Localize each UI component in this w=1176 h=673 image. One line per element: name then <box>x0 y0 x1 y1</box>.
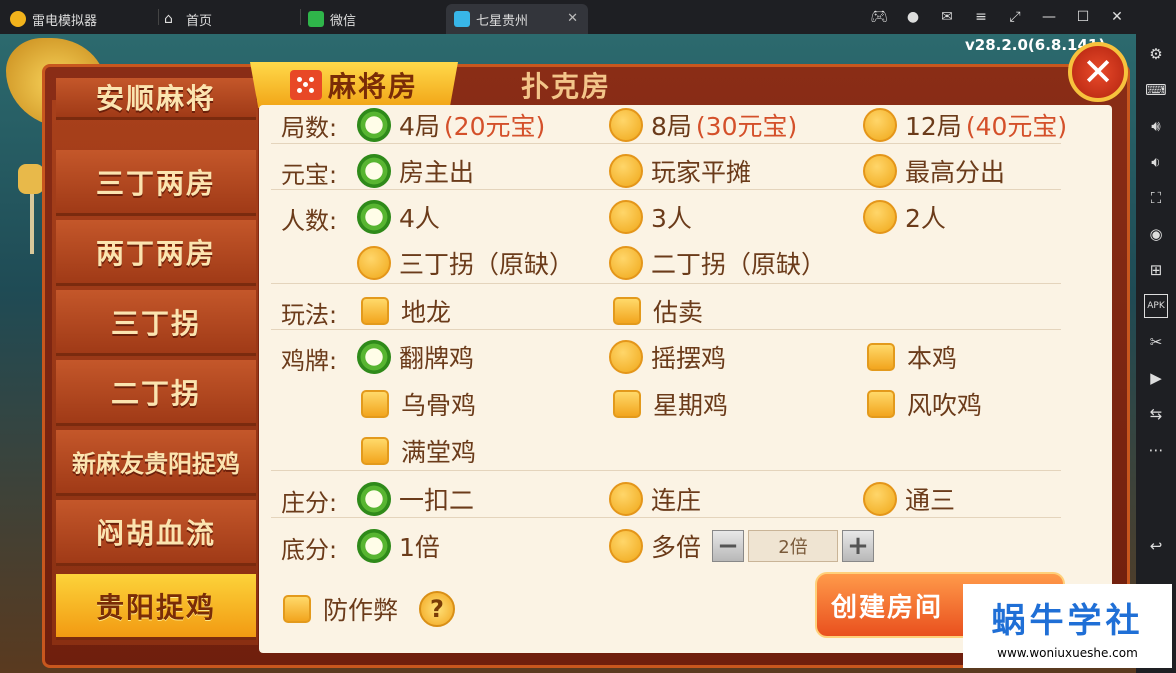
option-benji[interactable]: 本鸡 <box>863 337 957 377</box>
radio-icon <box>609 108 643 142</box>
watermark: 蜗牛学社 www.woniuxueshe.com <box>963 584 1172 668</box>
close-tab-icon[interactable]: ✕ <box>567 11 578 26</box>
dice-icon <box>289 70 322 100</box>
app-name: 雷电模拟器 <box>32 13 98 29</box>
wechat-icon <box>308 11 324 27</box>
volume-down-icon[interactable]: 🔉︎ <box>1144 150 1168 174</box>
close-icon: ✕ <box>1082 50 1114 94</box>
option-tongsan[interactable]: 通三 <box>863 479 955 519</box>
close-dialog-button[interactable]: ✕ <box>1068 42 1128 102</box>
menu-item-liangding-liangfang[interactable]: 两丁两房 <box>56 220 256 286</box>
rounds-label: 局数: <box>281 114 338 142</box>
anticheat-checkbox[interactable]: 防作弊 <box>279 589 398 629</box>
chicken-label: 鸡牌: <box>281 347 338 375</box>
sync-icon[interactable]: ⇆ <box>1144 402 1168 426</box>
tab-home[interactable]: ⌂ 首页 <box>164 4 294 34</box>
radio-icon <box>863 108 897 142</box>
mail-icon[interactable]: ✉ <box>936 6 958 28</box>
option-base-multi[interactable]: 多倍 <box>609 526 701 566</box>
option-xingqiji[interactable]: 星期鸡 <box>609 384 728 424</box>
option-sandingguai[interactable]: 三丁拐（原缺） <box>357 243 574 283</box>
game-icon <box>454 11 470 27</box>
keyboard-icon[interactable]: ⌨ <box>1144 78 1168 102</box>
screenshot-icon[interactable]: ⛶ <box>1144 186 1168 210</box>
play-label: 玩法: <box>281 301 338 329</box>
menu-item-erdingguai[interactable]: 二丁拐 <box>56 360 256 426</box>
tab-wechat[interactable]: 微信 ✕ <box>308 4 456 34</box>
volume-up-icon[interactable]: 🔊︎ <box>1144 114 1168 138</box>
lantern-decoration <box>18 164 44 194</box>
banker-label: 庄分: <box>281 489 338 517</box>
more-icon[interactable]: ⋯ <box>1144 438 1168 462</box>
title-bar: 雷电模拟器 ⌂ 首页 微信 ✕ 七星贵州 ✕ 🎮︎ ● ✉ ≡ ⤢ — ☐ ✕ <box>0 0 1176 34</box>
option-yaobaiji[interactable]: 摇摆鸡 <box>609 337 726 377</box>
option-yikouer[interactable]: 一扣二 <box>357 479 474 519</box>
option-players-2[interactable]: 2人 <box>863 197 946 237</box>
tab-poker-room[interactable]: 扑克房 <box>468 62 664 108</box>
back-icon[interactable]: ↩ <box>1144 534 1168 558</box>
home-icon: ⌂ <box>164 11 173 27</box>
option-base-1x[interactable]: 1倍 <box>357 526 440 566</box>
minimize-icon[interactable]: — <box>1038 6 1060 28</box>
increase-button[interactable]: + <box>842 530 874 562</box>
checkbox-icon <box>361 297 389 325</box>
restore-icon[interactable]: ⤢ <box>1004 6 1026 28</box>
game-type-menu: 安顺麻将 三丁两房 两丁两房 三丁拐 二丁拐 新麻友贵阳捉鸡 闷胡血流 贵阳捉鸡 <box>52 78 258 645</box>
account-icon[interactable]: ● <box>902 6 924 28</box>
option-gumai[interactable]: 估卖 <box>609 291 703 331</box>
play-icon[interactable]: ▶ <box>1144 366 1168 390</box>
scissors-icon[interactable]: ✂ <box>1144 330 1168 354</box>
menu-item-sandingguai[interactable]: 三丁拐 <box>56 290 256 356</box>
yuanbao-label: 元宝: <box>281 161 338 189</box>
help-icon[interactable]: ? <box>419 591 455 627</box>
option-dilong[interactable]: 地龙 <box>357 291 451 331</box>
option-yuanbao-split[interactable]: 玩家平摊 <box>609 151 751 191</box>
close-window-icon[interactable]: ✕ <box>1106 6 1128 28</box>
menu-item-xinmayou[interactable]: 新麻友贵阳捉鸡 <box>56 430 256 496</box>
option-rounds-12[interactable]: 12局 (40元宝) <box>863 105 1067 145</box>
base-score-label: 底分: <box>281 536 338 564</box>
option-mantangji[interactable]: 满堂鸡 <box>357 431 476 471</box>
players-label: 人数: <box>281 207 338 235</box>
menu-item-guiyang[interactable]: 贵阳捉鸡 <box>56 574 256 640</box>
emulator-window: 雷电模拟器 ⌂ 首页 微信 ✕ 七星贵州 ✕ 🎮︎ ● ✉ ≡ ⤢ — ☐ ✕ <box>0 0 1176 673</box>
gamepad-icon[interactable]: 🎮︎ <box>868 6 890 28</box>
option-lianzhuang[interactable]: 连庄 <box>609 479 701 519</box>
option-yuanbao-highest[interactable]: 最高分出 <box>863 151 1005 191</box>
option-erdingguai[interactable]: 二丁拐（原缺） <box>609 243 826 283</box>
option-yuanbao-host[interactable]: 房主出 <box>357 151 474 191</box>
base-multiplier-stepper: − 2倍 + <box>712 529 874 563</box>
maximize-icon[interactable]: ☐ <box>1072 6 1094 28</box>
apk-icon[interactable]: APK <box>1144 294 1168 318</box>
option-fengchuiji[interactable]: 风吹鸡 <box>863 384 982 424</box>
option-rounds-8[interactable]: 8局 (30元宝) <box>609 105 797 145</box>
multiplier-value: 2倍 <box>748 530 838 562</box>
options-panel: 局数: 4局 (20元宝) 8局 (30元宝) 12局 (40元宝) 元宝: 房主出 … <box>259 105 1112 653</box>
menu-icon[interactable]: ≡ <box>970 6 992 28</box>
menu-item-sanding-liangfang[interactable]: 三丁两房 <box>56 150 256 216</box>
app-title: 雷电模拟器 <box>10 4 97 34</box>
option-rounds-4[interactable]: 4局 (20元宝) <box>357 105 545 145</box>
add-icon[interactable]: ⊞ <box>1144 258 1168 282</box>
tab-mahjong-room[interactable]: 麻将房 <box>250 62 458 108</box>
option-players-4[interactable]: 4人 <box>357 197 440 237</box>
radio-selected-icon <box>357 108 391 142</box>
emulator-sidebar: ⚙ ⌨ 🔊︎ 🔉︎ ⛶ ◉ ⊞ APK ✂ ▶ ⇆ ⋯ ↩ <box>1136 34 1176 673</box>
option-wuguji[interactable]: 乌骨鸡 <box>357 384 476 424</box>
menu-item-anshun[interactable]: 安顺麻将 <box>56 78 256 120</box>
decrease-button[interactable]: − <box>712 530 744 562</box>
settings-icon[interactable]: ⚙ <box>1144 42 1168 66</box>
app-logo-icon <box>10 11 26 27</box>
option-fanpaiji[interactable]: 翻牌鸡 <box>357 337 474 377</box>
tab-game[interactable]: 七星贵州 ✕ <box>446 4 588 34</box>
menu-item-menhu[interactable]: 闷胡血流 <box>56 500 256 566</box>
option-players-3[interactable]: 3人 <box>609 197 692 237</box>
record-icon[interactable]: ◉ <box>1144 222 1168 246</box>
checkbox-icon <box>613 297 641 325</box>
